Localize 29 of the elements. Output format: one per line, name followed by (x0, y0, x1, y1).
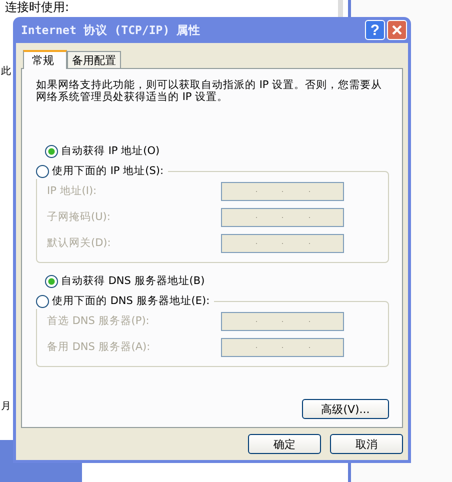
help-button[interactable]: ? (365, 20, 385, 40)
tab[interactable]: 备用配置 (67, 51, 121, 68)
radio-label[interactable]: 自动获得 DNS 服务器地址(B) (61, 274, 205, 288)
ip-address-field[interactable] (221, 234, 344, 252)
field-label: 子网掩码(U): (47, 210, 110, 224)
radio-label[interactable]: 自动获得 IP 地址(O) (61, 144, 160, 158)
description-text: 如果网络支持此功能，则可以获取自动指派的 IP 设置。否则，您需要从网络系统管理员处获得适当的 IP 设置。 (36, 79, 384, 103)
close-icon (391, 24, 403, 36)
window-label: 月 (1, 400, 11, 413)
radio-button[interactable] (36, 164, 49, 178)
field-label: 默认网关(D): (47, 236, 111, 250)
field-label: 首选 DNS 服务器(P): (47, 314, 150, 328)
ip-address-field[interactable] (221, 208, 344, 226)
ip-address-field[interactable] (221, 338, 344, 356)
field-label: 备用 DNS 服务器(A): (47, 340, 150, 354)
radio-button[interactable] (45, 274, 58, 288)
close-button[interactable] (387, 20, 407, 40)
radio-button[interactable] (45, 144, 58, 158)
ip-address-field[interactable] (221, 312, 344, 330)
radio-button[interactable] (36, 294, 49, 308)
field-label: IP 地址(I): (47, 184, 97, 198)
window-title: Internet 协议 (TCP/IP) 属性 (21, 22, 202, 38)
ip-address-field[interactable] (221, 182, 344, 200)
cancel-button[interactable]: 取消 (330, 434, 403, 454)
advanced-button[interactable]: 高级(V)... (302, 399, 389, 419)
tab[interactable]: 常规 (23, 50, 67, 69)
window-label: 连接时使用: (5, 0, 70, 14)
window-label: 此 (1, 64, 11, 78)
ok-button[interactable]: 确定 (248, 434, 321, 454)
